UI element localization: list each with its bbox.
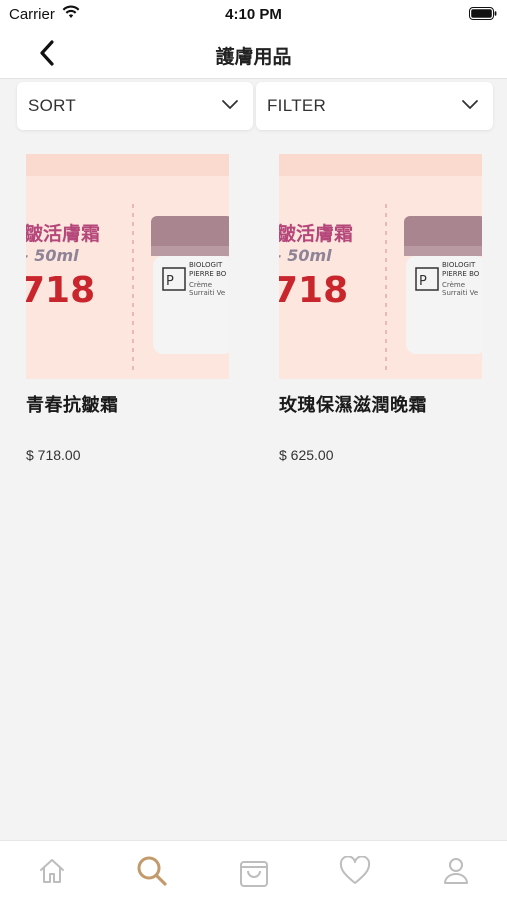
svg-text:P: P xyxy=(166,274,174,289)
svg-text:Surraiti Ve: Surraiti Ve xyxy=(442,289,478,297)
sort-filter-bar: SORT FILTER xyxy=(0,79,507,139)
product-name[interactable]: 玫瑰保濕滋潤晚霜 xyxy=(279,391,485,417)
chevron-down-icon xyxy=(222,100,238,109)
promo-text-line1: 皺活膚霜 xyxy=(26,222,100,245)
product-image[interactable]: 皺活膚霜 - 50ml 718 P BIOLOGIT PIERRE BO Crè… xyxy=(279,154,482,379)
svg-text:P: P xyxy=(419,274,427,289)
sort-dropdown[interactable]: SORT xyxy=(17,82,253,130)
user-icon xyxy=(444,858,468,884)
sort-label: SORT xyxy=(28,96,77,115)
chevron-down-icon xyxy=(462,100,478,109)
product-price: $ 625.00 xyxy=(279,447,334,463)
nav-bar: 護膚用品 xyxy=(0,30,507,79)
shopping-bag-icon xyxy=(240,861,268,887)
jar-label: BIOLOGIT xyxy=(442,261,476,269)
status-bar: Carrier 4:10 PM xyxy=(0,0,507,30)
tab-wishlist[interactable] xyxy=(335,851,375,891)
tab-search[interactable] xyxy=(132,851,172,891)
svg-text:Crème: Crème xyxy=(442,281,465,289)
promo-text-line2: - 50ml xyxy=(279,246,332,265)
svg-text:PIERRE BO: PIERRE BO xyxy=(189,270,227,278)
status-time: 4:10 PM xyxy=(225,6,282,23)
svg-text:Crème: Crème xyxy=(189,281,212,289)
product-price: $ 718.00 xyxy=(26,447,81,463)
promo-price: 718 xyxy=(26,270,95,311)
tab-home[interactable] xyxy=(32,851,72,891)
page-title: 護膚用品 xyxy=(215,47,292,68)
tab-account[interactable] xyxy=(436,851,476,891)
bottom-tab-bar xyxy=(0,840,507,901)
home-icon xyxy=(40,859,64,883)
product-photo: 皺活膚霜 - 50ml 718 P BIOLOGIT PIERRE BO Crè… xyxy=(279,154,482,379)
filter-dropdown[interactable]: FILTER xyxy=(256,82,493,130)
product-image[interactable]: 皺活膚霜 - 50ml 718 P BIOLOGIT PIERRE BO Crè… xyxy=(26,154,229,379)
product-card[interactable]: 皺活膚霜 - 50ml 718 P BIOLOGIT PIERRE BO Crè… xyxy=(26,154,232,463)
battery-icon xyxy=(469,7,497,20)
svg-text:PIERRE BO: PIERRE BO xyxy=(442,270,480,278)
promo-price: 718 xyxy=(279,270,348,311)
tab-cart[interactable] xyxy=(234,851,274,891)
filter-label: FILTER xyxy=(267,96,327,115)
product-photo: 皺活膚霜 - 50ml 718 P BIOLOGIT PIERRE BO Crè… xyxy=(26,154,229,379)
search-icon xyxy=(137,856,167,886)
product-card[interactable]: 皺活膚霜 - 50ml 718 P BIOLOGIT PIERRE BO Crè… xyxy=(279,154,485,463)
heart-icon xyxy=(339,856,371,884)
product-name[interactable]: 青春抗皺霜 xyxy=(26,391,232,417)
svg-text:Surraiti Ve: Surraiti Ve xyxy=(189,289,225,297)
promo-text-line2: - 50ml xyxy=(26,246,79,265)
jar-label: BIOLOGIT xyxy=(189,261,223,269)
promo-text-line1: 皺活膚霜 xyxy=(279,222,353,245)
